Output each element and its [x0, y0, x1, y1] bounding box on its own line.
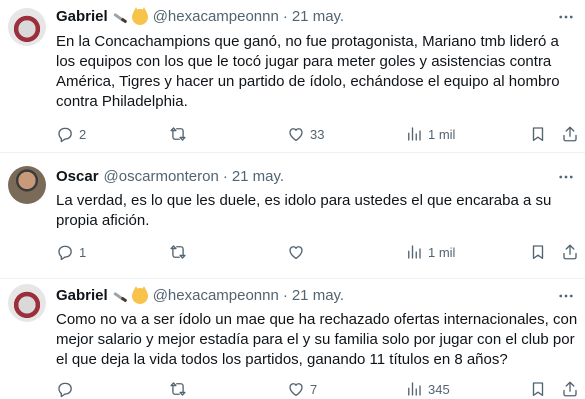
views-icon [405, 125, 423, 143]
user-name[interactable]: Gabriel [56, 286, 108, 306]
cat-emoji-icon [131, 286, 148, 304]
share-button[interactable] [561, 124, 579, 144]
tweet[interactable]: Gabriel @hexacampeonnn · 21 may. Como no… [0, 279, 585, 399]
share-icon [561, 125, 579, 143]
reply-icon [56, 125, 74, 143]
avatar[interactable] [8, 284, 46, 322]
tweet-header: Gabriel @hexacampeonnn · 21 may. [56, 286, 344, 306]
bookmark-button[interactable] [529, 124, 547, 144]
share-icon [561, 243, 579, 261]
tweet-text: La verdad, es lo que les duele, es idolo… [56, 192, 552, 229]
bookmark-icon [529, 125, 547, 143]
tweet-header: Gabriel @hexacampeonnn · 21 may. [56, 7, 344, 27]
more-icon[interactable] [557, 8, 575, 26]
user-name[interactable]: Gabriel [56, 7, 108, 27]
reply-button[interactable]: 2 [56, 124, 86, 144]
retweet-icon [169, 125, 187, 143]
cat-emoji-icon [131, 7, 148, 25]
retweet-button[interactable] [169, 124, 192, 144]
like-button[interactable]: 7 [287, 379, 317, 399]
heart-icon [287, 125, 305, 143]
like-count: 7 [310, 381, 318, 397]
heart-icon [287, 380, 305, 398]
reply-count: 1 [79, 244, 87, 260]
share-icon [561, 380, 579, 398]
tweet[interactable]: Gabriel @hexacampeonnn · 21 may. En la C… [0, 0, 585, 153]
retweet-button[interactable] [169, 379, 192, 399]
reply-button[interactable]: 1 [56, 242, 86, 262]
avatar[interactable] [8, 166, 46, 204]
views-button[interactable]: 1 mil [405, 242, 455, 262]
tweet-actions: 2 33 1 mil [56, 124, 578, 144]
views-count: 345 [428, 381, 450, 397]
tweet-date[interactable]: 21 may. [292, 7, 344, 27]
views-count: 1 mil [428, 126, 456, 142]
user-name[interactable]: Oscar [56, 167, 99, 187]
tweet-date[interactable]: 21 may. [292, 286, 344, 306]
reply-icon [56, 380, 74, 398]
more-icon[interactable] [557, 168, 575, 186]
user-handle[interactable]: @hexacampeonnn [153, 286, 279, 306]
avatar[interactable] [8, 8, 46, 46]
views-icon [405, 380, 423, 398]
like-button[interactable] [287, 242, 310, 262]
bookmark-button[interactable] [529, 242, 547, 262]
tweet-actions: 7 345 [56, 379, 578, 399]
tweet-date[interactable]: 21 may. [232, 167, 284, 187]
reply-count: 2 [79, 126, 87, 142]
tweet-text: Como no va a ser ídolo un mae que ha rec… [56, 311, 578, 368]
like-button[interactable]: 33 [287, 124, 324, 144]
retweet-button[interactable] [169, 242, 192, 262]
knife-emoji-icon [112, 9, 128, 25]
user-handle[interactable]: @oscarmonteron [104, 167, 219, 187]
reply-icon [56, 243, 74, 261]
knife-emoji-icon [112, 288, 128, 304]
tweet-header: Oscar @oscarmonteron · 21 may. [56, 167, 284, 187]
retweet-icon [169, 380, 187, 398]
share-button[interactable] [561, 379, 579, 399]
separator: · [222, 168, 228, 185]
bookmark-icon [529, 380, 547, 398]
bookmark-icon [529, 243, 547, 261]
bookmark-button[interactable] [529, 379, 547, 399]
tweet[interactable]: Oscar @oscarmonteron · 21 may. La verdad… [0, 153, 585, 279]
user-handle[interactable]: @hexacampeonnn [153, 7, 279, 27]
views-button[interactable]: 1 mil [405, 124, 455, 144]
reply-button[interactable] [56, 379, 79, 399]
separator: · [282, 8, 288, 25]
like-count: 33 [310, 126, 325, 142]
more-icon[interactable] [557, 287, 575, 305]
separator: · [282, 287, 288, 304]
tweet-actions: 1 1 mil [56, 242, 578, 262]
retweet-icon [169, 243, 187, 261]
tweet-text: En la Concachampions que ganó, no fue pr… [56, 33, 560, 110]
heart-icon [287, 243, 305, 261]
views-icon [405, 243, 423, 261]
views-button[interactable]: 345 [405, 379, 450, 399]
views-count: 1 mil [428, 244, 456, 260]
share-button[interactable] [561, 242, 579, 262]
